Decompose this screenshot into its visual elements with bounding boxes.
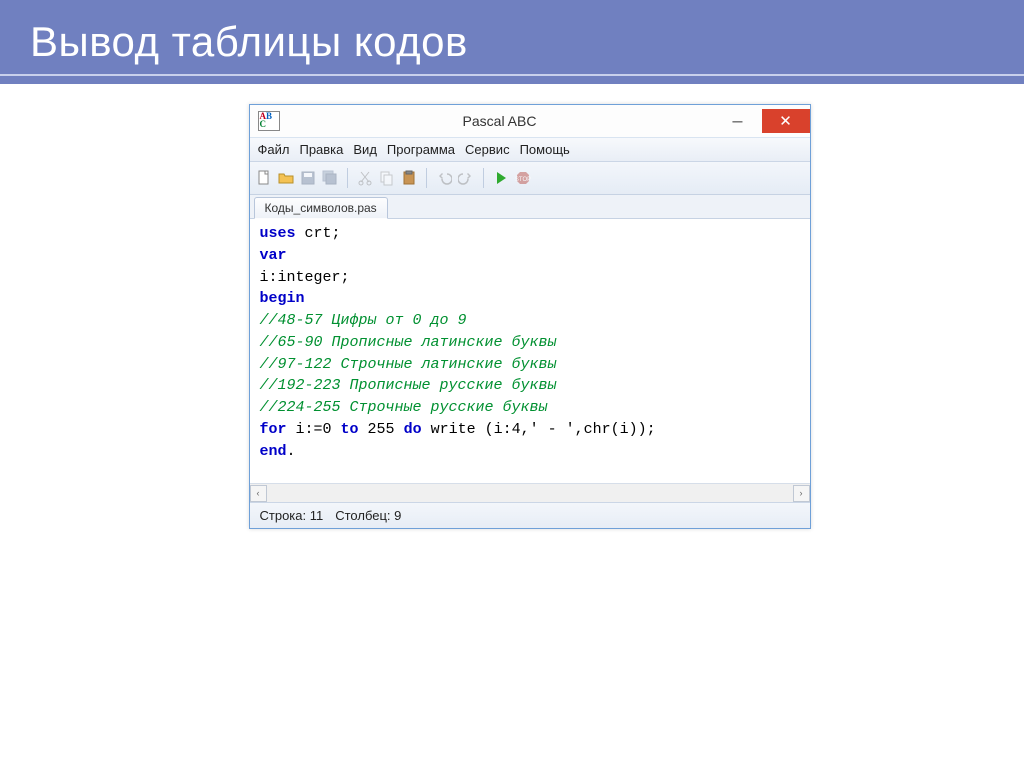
- svg-text:STOP: STOP: [515, 177, 531, 183]
- toolbar: STOP: [250, 162, 810, 195]
- kw-var: var: [260, 247, 287, 264]
- code-editor[interactable]: uses crt; var i:integer; begin //48-57 Ц…: [250, 219, 810, 483]
- titlebar: ABC Pascal ABC ─ ✕: [250, 105, 810, 138]
- comment-line: //65-90 Прописные латинские буквы: [260, 334, 557, 351]
- toolbar-separator-2: [426, 168, 427, 188]
- comment-line: //97-122 Строчные латинские буквы: [260, 356, 557, 373]
- slide-body: ABC Pascal ABC ─ ✕ Файл Правка Вид Прогр…: [65, 104, 994, 709]
- menu-help[interactable]: Помощь: [520, 142, 570, 157]
- header-underline: [0, 74, 1024, 76]
- toolbar-separator: [347, 168, 348, 188]
- redo-icon[interactable]: [458, 170, 474, 186]
- paste-icon[interactable]: [401, 170, 417, 186]
- menu-edit[interactable]: Правка: [299, 142, 343, 157]
- menu-service[interactable]: Сервис: [465, 142, 510, 157]
- stop-icon[interactable]: STOP: [515, 170, 531, 186]
- window-title: Pascal ABC: [286, 113, 714, 129]
- app-icon: ABC: [258, 111, 280, 131]
- minimize-button[interactable]: ─: [714, 109, 762, 133]
- horizontal-scrollbar[interactable]: ‹ ›: [250, 483, 810, 502]
- run-icon[interactable]: [493, 170, 509, 186]
- cut-icon[interactable]: [357, 170, 373, 186]
- file-tab[interactable]: Коды_символов.pas: [254, 197, 388, 219]
- menu-program[interactable]: Программа: [387, 142, 455, 157]
- scroll-right-button[interactable]: ›: [793, 485, 810, 502]
- close-button[interactable]: ✕: [762, 109, 810, 133]
- undo-icon[interactable]: [436, 170, 452, 186]
- comment-line: //192-223 Прописные русские буквы: [260, 377, 557, 394]
- comment-line: //48-57 Цифры от 0 до 9: [260, 312, 467, 329]
- status-line: Строка: 11: [260, 508, 324, 523]
- kw-end: end: [260, 443, 287, 460]
- pascal-abc-window: ABC Pascal ABC ─ ✕ Файл Правка Вид Прогр…: [249, 104, 811, 529]
- slide-title: Вывод таблицы кодов: [30, 18, 994, 66]
- kw-begin: begin: [260, 290, 305, 307]
- statusbar: Строка: 11 Столбец: 9: [250, 502, 810, 528]
- copy-icon[interactable]: [379, 170, 395, 186]
- slide-header: Вывод таблицы кодов: [0, 0, 1024, 84]
- menu-view[interactable]: Вид: [353, 142, 377, 157]
- scroll-track[interactable]: [267, 485, 793, 502]
- kw-uses: uses: [260, 225, 296, 242]
- scroll-left-button[interactable]: ‹: [250, 485, 267, 502]
- open-file-icon[interactable]: [278, 170, 294, 186]
- menu-file[interactable]: Файл: [258, 142, 290, 157]
- new-file-icon[interactable]: [256, 170, 272, 186]
- menubar: Файл Правка Вид Программа Сервис Помощь: [250, 138, 810, 162]
- comment-line: //224-255 Строчные русские буквы: [260, 399, 548, 416]
- save-icon[interactable]: [300, 170, 316, 186]
- toolbar-separator-3: [483, 168, 484, 188]
- status-column: Столбец: 9: [335, 508, 401, 523]
- tabbar: Коды_символов.pas: [250, 195, 810, 219]
- save-all-icon[interactable]: [322, 170, 338, 186]
